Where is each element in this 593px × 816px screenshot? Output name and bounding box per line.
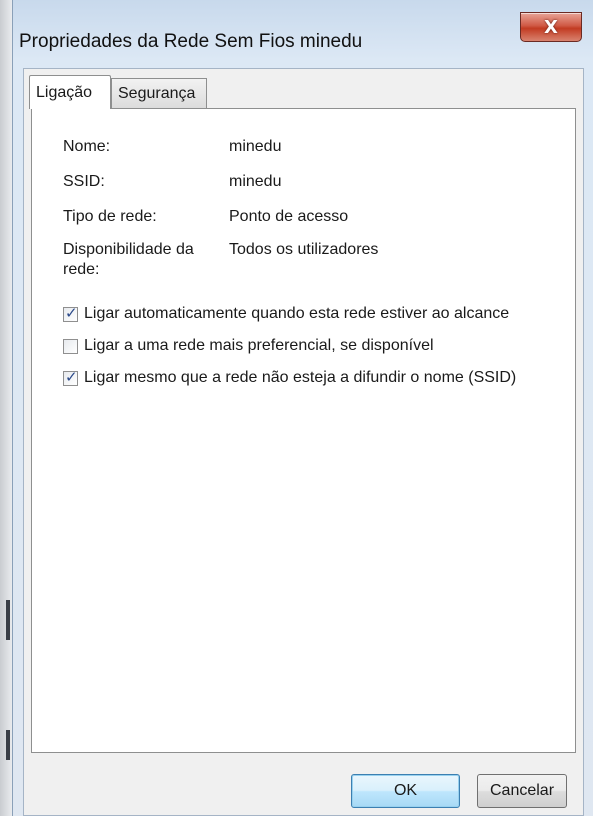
ssid-value: minedu	[229, 173, 282, 190]
dialog-client-area: Ligação Segurança Nome: minedu SSID: min…	[23, 68, 584, 816]
ssid-label: SSID:	[63, 173, 105, 190]
tab-ligacao[interactable]: Ligação	[29, 75, 111, 109]
window-title: Propriedades da Rede Sem Fios minedu	[19, 31, 363, 52]
checkmark-icon: ✓	[65, 303, 78, 322]
network-type-label: Tipo de rede:	[63, 208, 157, 225]
background-edge-mark	[6, 730, 10, 760]
hidden-ssid-label[interactable]: Ligar mesmo que a rede não esteja a difu…	[84, 369, 516, 387]
network-type-value: Ponto de acesso	[229, 208, 349, 225]
auto-connect-label[interactable]: Ligar automaticamente quando esta rede e…	[84, 305, 509, 323]
close-button[interactable]: X	[520, 12, 582, 42]
tab-panel: Nome: minedu SSID: minedu Tipo de rede: …	[31, 108, 576, 753]
close-icon: X	[544, 16, 558, 38]
auto-connect-option[interactable]: ✓ Ligar automaticamente quando esta rede…	[63, 303, 509, 323]
title-bar[interactable]: Propriedades da Rede Sem Fios minedu X	[13, 0, 593, 68]
background-edge-mark	[6, 600, 10, 640]
preferred-network-checkbox[interactable]	[63, 338, 78, 354]
preferred-network-option[interactable]: Ligar a uma rede mais preferencial, se d…	[63, 337, 434, 355]
name-label: Nome:	[63, 138, 111, 155]
wireless-properties-dialog: Propriedades da Rede Sem Fios minedu X L…	[12, 0, 593, 816]
ok-button[interactable]: OK	[351, 774, 460, 808]
hidden-ssid-checkbox[interactable]: ✓	[63, 367, 78, 386]
background-window-edge	[0, 0, 12, 816]
auto-connect-checkbox[interactable]: ✓	[63, 303, 78, 322]
name-value: minedu	[229, 138, 282, 155]
cancel-button[interactable]: Cancelar	[477, 774, 567, 808]
checkmark-icon: ✓	[65, 367, 78, 386]
availability-label: Disponibilidade da rede:	[63, 241, 194, 278]
preferred-network-label[interactable]: Ligar a uma rede mais preferencial, se d…	[84, 337, 434, 355]
hidden-ssid-option[interactable]: ✓ Ligar mesmo que a rede não esteja a di…	[63, 367, 516, 387]
tab-seguranca[interactable]: Segurança	[111, 78, 207, 108]
availability-value: Todos os utilizadores	[229, 241, 379, 258]
